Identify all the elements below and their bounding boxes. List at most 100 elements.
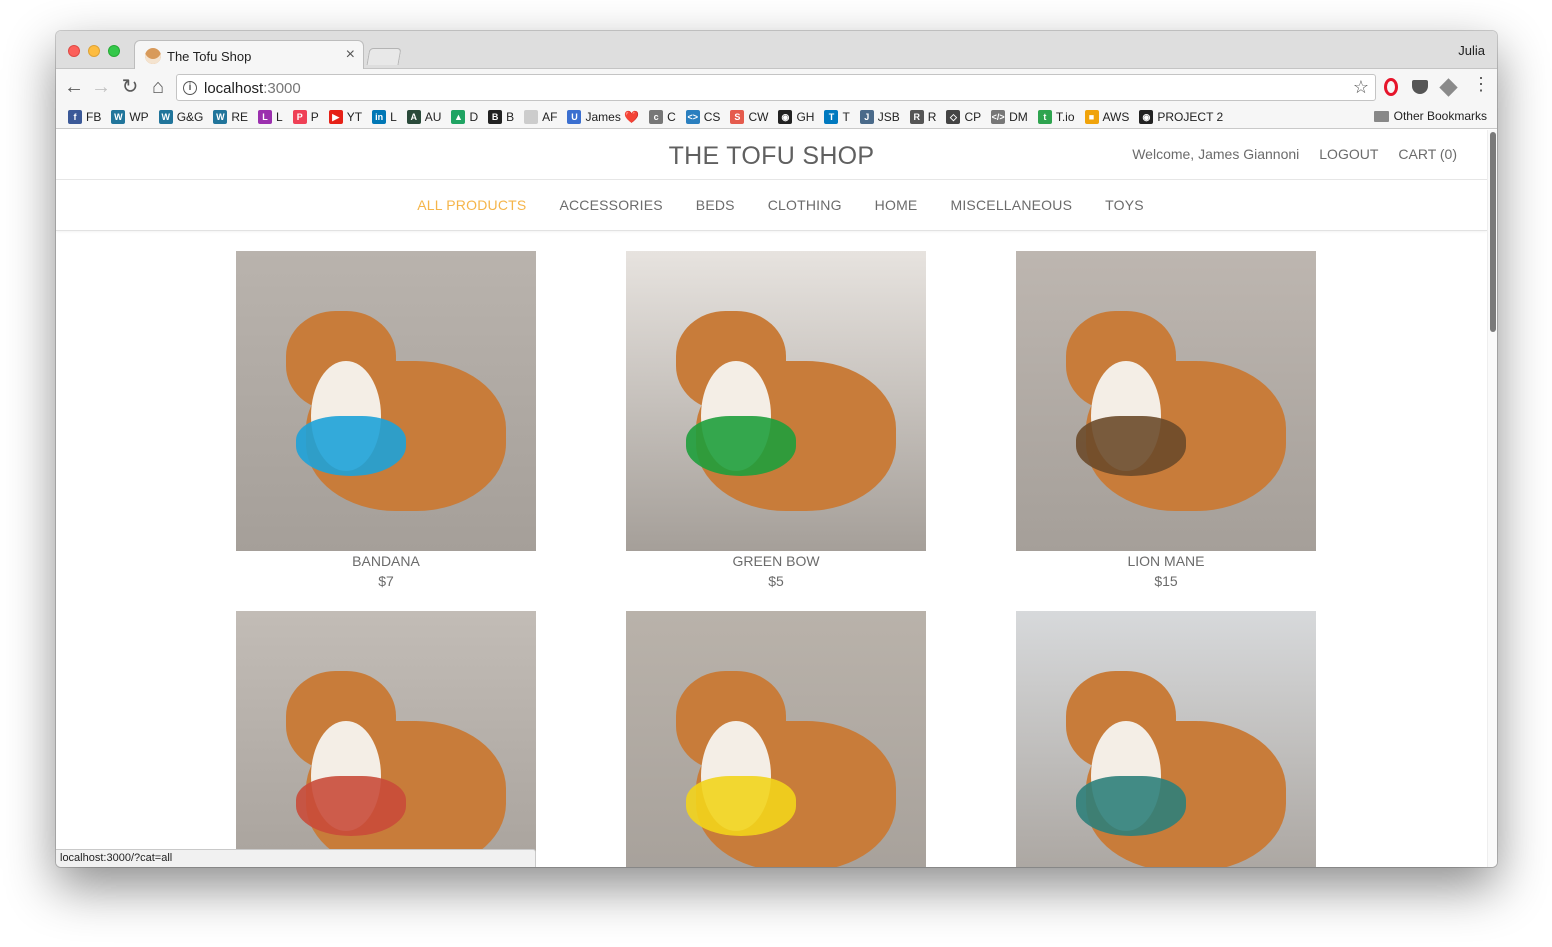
bookmark-item[interactable]: ◉ PROJECT 2 [1139, 109, 1223, 124]
product-name[interactable]: BANDANA [236, 553, 536, 571]
product-photo[interactable] [626, 251, 926, 551]
bookmark-item[interactable]: PP [292, 109, 319, 124]
bookmark-item[interactable]: W RE [213, 109, 248, 124]
bookmark-item[interactable]: TT [824, 109, 850, 124]
bookmark-item[interactable]: t T.io [1037, 109, 1075, 124]
bookmark-label: WP [129, 109, 149, 124]
bookmark-label: FB [86, 109, 102, 124]
other-bookmarks[interactable]: Other Bookmarks [1373, 109, 1487, 123]
product-photo[interactable] [1016, 251, 1316, 551]
bookmark-item[interactable]: </> DM [991, 109, 1028, 124]
cart-link[interactable]: CART (0) [1398, 146, 1457, 162]
url-port: :3000 [263, 80, 301, 97]
bookmark-favicon-icon: </> [991, 109, 1006, 124]
product-photo[interactable] [1016, 611, 1316, 867]
status-bar: localhost:3000/?cat=all [56, 849, 536, 867]
product-card[interactable]: LION MANE $15 [1016, 251, 1316, 589]
bookmark-item[interactable]: AF [524, 109, 558, 124]
product-photo[interactable] [626, 611, 926, 867]
product-card[interactable]: BANDANA $7 [236, 251, 536, 589]
profile-name[interactable]: Julia [1458, 43, 1485, 58]
product-photo[interactable] [236, 251, 536, 551]
page-scrollbar[interactable] [1487, 130, 1497, 867]
bookmark-item[interactable]: ◇ CP [946, 109, 981, 124]
bookmark-label: AF [542, 109, 558, 124]
browser-menu-icon[interactable]: ⋮ [1472, 74, 1490, 94]
bookmark-favicon-icon: R [909, 109, 924, 124]
scrollbar-thumb[interactable] [1490, 132, 1496, 332]
new-tab-button[interactable] [366, 48, 402, 65]
bookmark-label: T.io [1055, 109, 1075, 124]
bookmark-label: CS [703, 109, 721, 124]
tab-strip: The Tofu Shop × Julia [56, 31, 1497, 70]
extension-gem-icon[interactable] [1439, 78, 1458, 97]
bookmark-star-icon[interactable]: ☆ [1353, 77, 1369, 98]
corgi-favicon-icon [145, 48, 161, 64]
maximize-window-button[interactable] [108, 45, 120, 57]
bookmark-item[interactable]: ▶ YT [328, 109, 363, 124]
bookmark-item[interactable]: W WP [111, 109, 149, 124]
product-name[interactable]: GREEN BOW [626, 553, 926, 571]
bookmark-label: G&G [176, 109, 204, 124]
home-icon[interactable]: ⌂ [146, 75, 170, 99]
header-user-nav: Welcome, James Giannoni LOGOUT CART (0) [1112, 146, 1457, 162]
bookmark-favicon-icon [524, 109, 539, 124]
category-link[interactable]: MISCELLANEOUS [950, 197, 1072, 213]
back-arrow-icon[interactable]: ← [62, 75, 86, 99]
opera-extension-icon[interactable] [1384, 78, 1398, 96]
category-link[interactable]: BEDS [696, 197, 735, 213]
reload-icon[interactable]: ↻ [118, 75, 142, 99]
category-link[interactable]: CLOTHING [768, 197, 842, 213]
bookmark-label: L [276, 109, 283, 124]
url-host: localhost [204, 80, 264, 97]
product-card[interactable] [626, 611, 926, 867]
product-price: $15 [1154, 573, 1178, 589]
bookmark-label: P [310, 109, 319, 124]
bookmark-item[interactable]: A AU [406, 109, 442, 124]
bookmark-item[interactable]: ▲ D [451, 109, 478, 124]
bookmark-item[interactable]: ■ AWS [1084, 109, 1129, 124]
category-link[interactable]: ALL PRODUCTS [417, 197, 526, 213]
bookmark-item[interactable]: in L [372, 109, 397, 124]
tab-close-icon[interactable]: × [346, 46, 355, 64]
bookmark-item[interactable]: RR [909, 109, 936, 124]
product-card[interactable] [236, 611, 536, 867]
bookmark-item[interactable]: BB [488, 109, 514, 124]
close-window-button[interactable] [68, 45, 80, 57]
bookmark-item[interactable]: LL [258, 109, 283, 124]
bookmark-item[interactable]: W G&G [158, 109, 204, 124]
site-info-icon[interactable]: i [183, 81, 197, 95]
product-photo[interactable] [236, 611, 536, 867]
bookmark-item[interactable]: ◉ GH [778, 109, 815, 124]
bookmark-label: AU [424, 109, 442, 124]
bookmark-item[interactable]: J JSB [859, 109, 900, 124]
product-card[interactable] [1016, 611, 1316, 867]
minimize-window-button[interactable] [88, 45, 100, 57]
category-link[interactable]: TOYS [1105, 197, 1144, 213]
bookmark-label: GH [796, 109, 815, 124]
product-name[interactable]: LION MANE [1016, 553, 1316, 571]
category-link[interactable]: ACCESSORIES [559, 197, 662, 213]
bookmark-item[interactable]: f FB [68, 109, 102, 124]
bookmark-item[interactable]: S CW [730, 109, 768, 124]
url-text[interactable]: localhost:3000 [204, 80, 301, 97]
bookmark-label: YT [346, 109, 363, 124]
product-accessory [686, 416, 796, 476]
bookmark-item[interactable]: <> CS [685, 109, 721, 124]
forward-arrow-icon[interactable]: → [89, 75, 113, 99]
bookmark-favicon-icon: ▶ [328, 109, 343, 124]
address-bar[interactable]: i localhost:3000 ☆ [176, 74, 1376, 101]
bookmark-item[interactable]: U James ❤️ [567, 109, 639, 124]
product-price: $7 [378, 573, 394, 589]
browser-toolbar: ← → ↻ ⌂ i localhost:3000 ☆ ⋮ [56, 69, 1497, 105]
bookmark-item[interactable]: cC [649, 109, 676, 124]
product-card[interactable]: GREEN BOW $5 [626, 251, 926, 589]
bookmark-favicon-icon: ◉ [778, 109, 793, 124]
pocket-extension-icon[interactable] [1412, 80, 1428, 94]
browser-tab-active[interactable]: The Tofu Shop × [134, 40, 364, 70]
site-header: THE TOFU SHOP Welcome, James Giannoni LO… [56, 130, 1487, 180]
category-link[interactable]: HOME [875, 197, 918, 213]
logout-link[interactable]: LOGOUT [1319, 146, 1378, 162]
bookmark-favicon-icon: W [111, 109, 126, 124]
bookmark-favicon-icon: P [292, 109, 307, 124]
